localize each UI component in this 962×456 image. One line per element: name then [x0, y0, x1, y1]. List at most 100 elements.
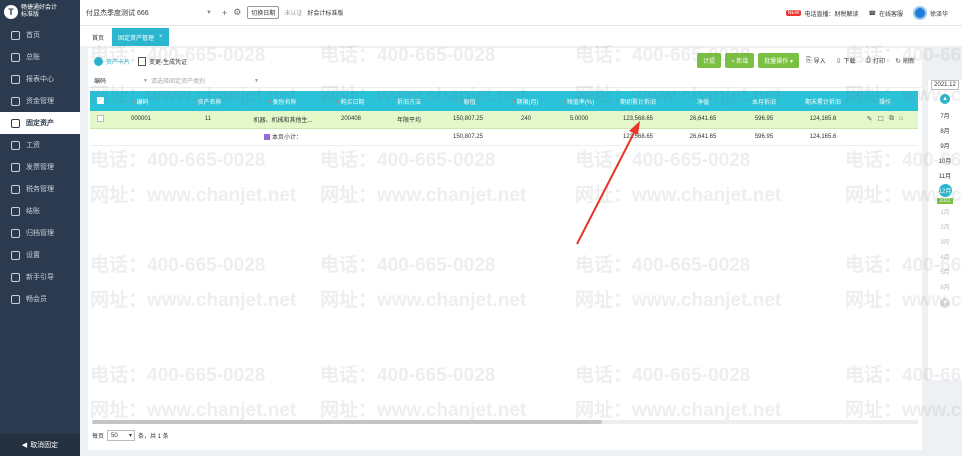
add-icon[interactable]: + [222, 8, 227, 18]
sidebar-item-salary[interactable]: 工资 [0, 134, 80, 156]
sidebar-item-asset[interactable]: 固定资产 [0, 112, 80, 134]
ledger-icon [11, 52, 20, 62]
period-month[interactable]: 8月 [940, 123, 949, 138]
table-cell: 机器、机械和其他生... [244, 111, 322, 129]
subtotal-label: 本页小计： [244, 128, 322, 146]
period-month[interactable]: 7月 [940, 108, 949, 123]
sidebar-item-label: 结账 [26, 208, 40, 215]
import-icon: ⎘ [805, 56, 812, 64]
sidebar-item-invoice[interactable]: 发票管理 [0, 156, 80, 178]
required-marker: • [513, 99, 516, 106]
batch-operation-button[interactable]: 批量操作 ▾ [758, 53, 799, 68]
tab-fixed-asset-management[interactable]: 固定资产管理 × [112, 28, 169, 46]
filter-field-select[interactable]: 编码 [94, 76, 140, 85]
unverified-status[interactable]: 未认证 [284, 8, 302, 17]
period-month[interactable]: 1月 [940, 204, 949, 219]
close-icon[interactable]: × [159, 34, 163, 40]
period-month[interactable]: 6月 [940, 279, 949, 294]
service-label: 在线客服 [878, 11, 903, 18]
money-icon [11, 96, 20, 106]
column-header[interactable]: 期末累计折旧 [794, 91, 852, 111]
tab-label: 固定资产管理 [118, 35, 155, 42]
refresh-button[interactable]: ↻ 刷新 [892, 56, 918, 66]
sidebar-item-label: 发票管理 [26, 164, 54, 171]
period-month[interactable]: 3月 [940, 234, 949, 249]
sidebar-item-home[interactable]: 首页 [0, 24, 80, 46]
column-header[interactable]: •类别名称 [244, 91, 322, 111]
sidebar-item-label: 报表中心 [26, 76, 54, 83]
period-down-button[interactable]: ▼ [940, 298, 950, 308]
column-header[interactable]: 净值 [672, 91, 734, 111]
copy-icon[interactable]: ⧉ [889, 115, 894, 123]
period-month[interactable]: 5月 [940, 264, 949, 279]
column-header[interactable]: •资产名称 [172, 91, 244, 111]
chevron-down-icon[interactable]: ▼ [206, 10, 212, 16]
pager-prefix: 每页 [92, 434, 105, 440]
column-header[interactable]: •期限(月) [498, 91, 554, 111]
period-month[interactable]: 4月 [940, 249, 949, 264]
table-cell: 11 [172, 111, 244, 129]
category-select[interactable]: 请选择固定资产类别 [151, 76, 251, 85]
sidebar-item-label: 设置 [26, 252, 40, 259]
gear-icon[interactable]: ⚙ [233, 7, 241, 18]
select-all-checkbox[interactable] [90, 91, 110, 111]
notice-label: 电话直播：财税解读 [804, 11, 859, 18]
column-header[interactable]: 操作 [852, 91, 918, 111]
chevron-down-icon[interactable]: ▼ [254, 78, 259, 84]
sidebar-item-tax[interactable]: 税务管理 [0, 178, 80, 200]
row-checkbox[interactable] [90, 111, 110, 129]
import-button[interactable]: ⎘ 导入 [803, 56, 829, 66]
app-logo[interactable]: T 畅捷通好会计 标准版 [0, 0, 80, 24]
sidebar-item-closing[interactable]: 结账 [0, 200, 80, 222]
sidebar-item-label: 畅会员 [26, 296, 47, 303]
column-header[interactable]: 折旧方法 [380, 91, 438, 111]
depreciate-button[interactable]: 计提 [697, 53, 722, 68]
online-service-button[interactable]: ☎ 在线客服 [868, 9, 903, 18]
period-month[interactable]: 10月 [939, 153, 952, 168]
period-month[interactable]: 2月 [940, 219, 949, 234]
sidebar-item-vip[interactable]: 畅会员 [0, 288, 80, 310]
chevron-down-icon: ▾ [129, 433, 133, 439]
period-month[interactable]: 9月 [940, 138, 949, 153]
switch-date-button[interactable]: 切换日期 [247, 6, 280, 19]
sidebar-item-settings[interactable]: 设置 [0, 244, 80, 266]
user-menu[interactable]: 徐泽华 [912, 6, 948, 20]
sidebar-item-report[interactable]: 报表中心 [0, 68, 80, 90]
add-button[interactable]: + 新增 [725, 53, 755, 68]
column-header[interactable]: •购买日期 [322, 91, 380, 111]
sidebar-item-ledger[interactable]: 总账 [0, 46, 80, 68]
lock-icon[interactable]: ⌂ [899, 115, 903, 123]
period-year[interactable]: 2021.12 [931, 80, 959, 90]
page-size-select[interactable]: 50 ▾ [107, 430, 136, 441]
live-notice[interactable]: NEW 电话直播：财税解读 [785, 9, 859, 18]
period-month[interactable]: 12月 [938, 184, 952, 197]
delete-icon[interactable]: ☐ [878, 115, 884, 123]
period-month[interactable]: 11月 [939, 168, 951, 183]
period-up-button[interactable]: ▲ [940, 94, 950, 104]
scrollbar-thumb[interactable] [92, 420, 602, 424]
column-header[interactable]: •编码 [110, 91, 172, 111]
column-header[interactable]: •原值 [438, 91, 498, 111]
column-header[interactable]: 期初累计折旧 [604, 91, 672, 111]
column-header[interactable]: 本月折旧 [734, 91, 794, 111]
horizontal-scrollbar[interactable] [92, 420, 918, 424]
asset-icon [11, 118, 20, 128]
chevron-down-icon[interactable]: ▼ [143, 78, 148, 84]
unpin-sidebar-button[interactable]: ◀ 取消固定 [0, 434, 80, 456]
tab-asset-card[interactable]: 资产卡片 [94, 56, 130, 66]
company-selector[interactable]: 付显杰季度测试 666 [86, 8, 206, 18]
column-header[interactable]: •残值率(%) [554, 91, 604, 111]
tab-home[interactable]: 首页 [86, 28, 110, 46]
asset-table: •编码 •资产名称 •类别名称 •购买日期 折旧方法 •原值 •期限(月) •残值率(%) 期初… [90, 91, 918, 146]
sidebar-item-guide[interactable]: 新手引导 [0, 266, 80, 288]
print-button[interactable]: ⎙ 打印 [862, 56, 888, 66]
download-button[interactable]: ⇩ 下载 [833, 56, 859, 66]
tab-change-voucher[interactable]: 变更-生成凭证 [138, 56, 187, 66]
sidebar-item-archive[interactable]: 归档管理 [0, 222, 80, 244]
headset-icon: ☎ [868, 10, 876, 17]
refresh-icon: ↻ [895, 57, 901, 65]
required-marker: • [194, 99, 197, 106]
table-row[interactable]: 000001 11 机器、机械和其他生... 200408 年限平均 150,807.25… [90, 111, 918, 129]
edit-icon[interactable]: ✎ [867, 115, 873, 123]
sidebar-item-money[interactable]: 资金管理 [0, 90, 80, 112]
